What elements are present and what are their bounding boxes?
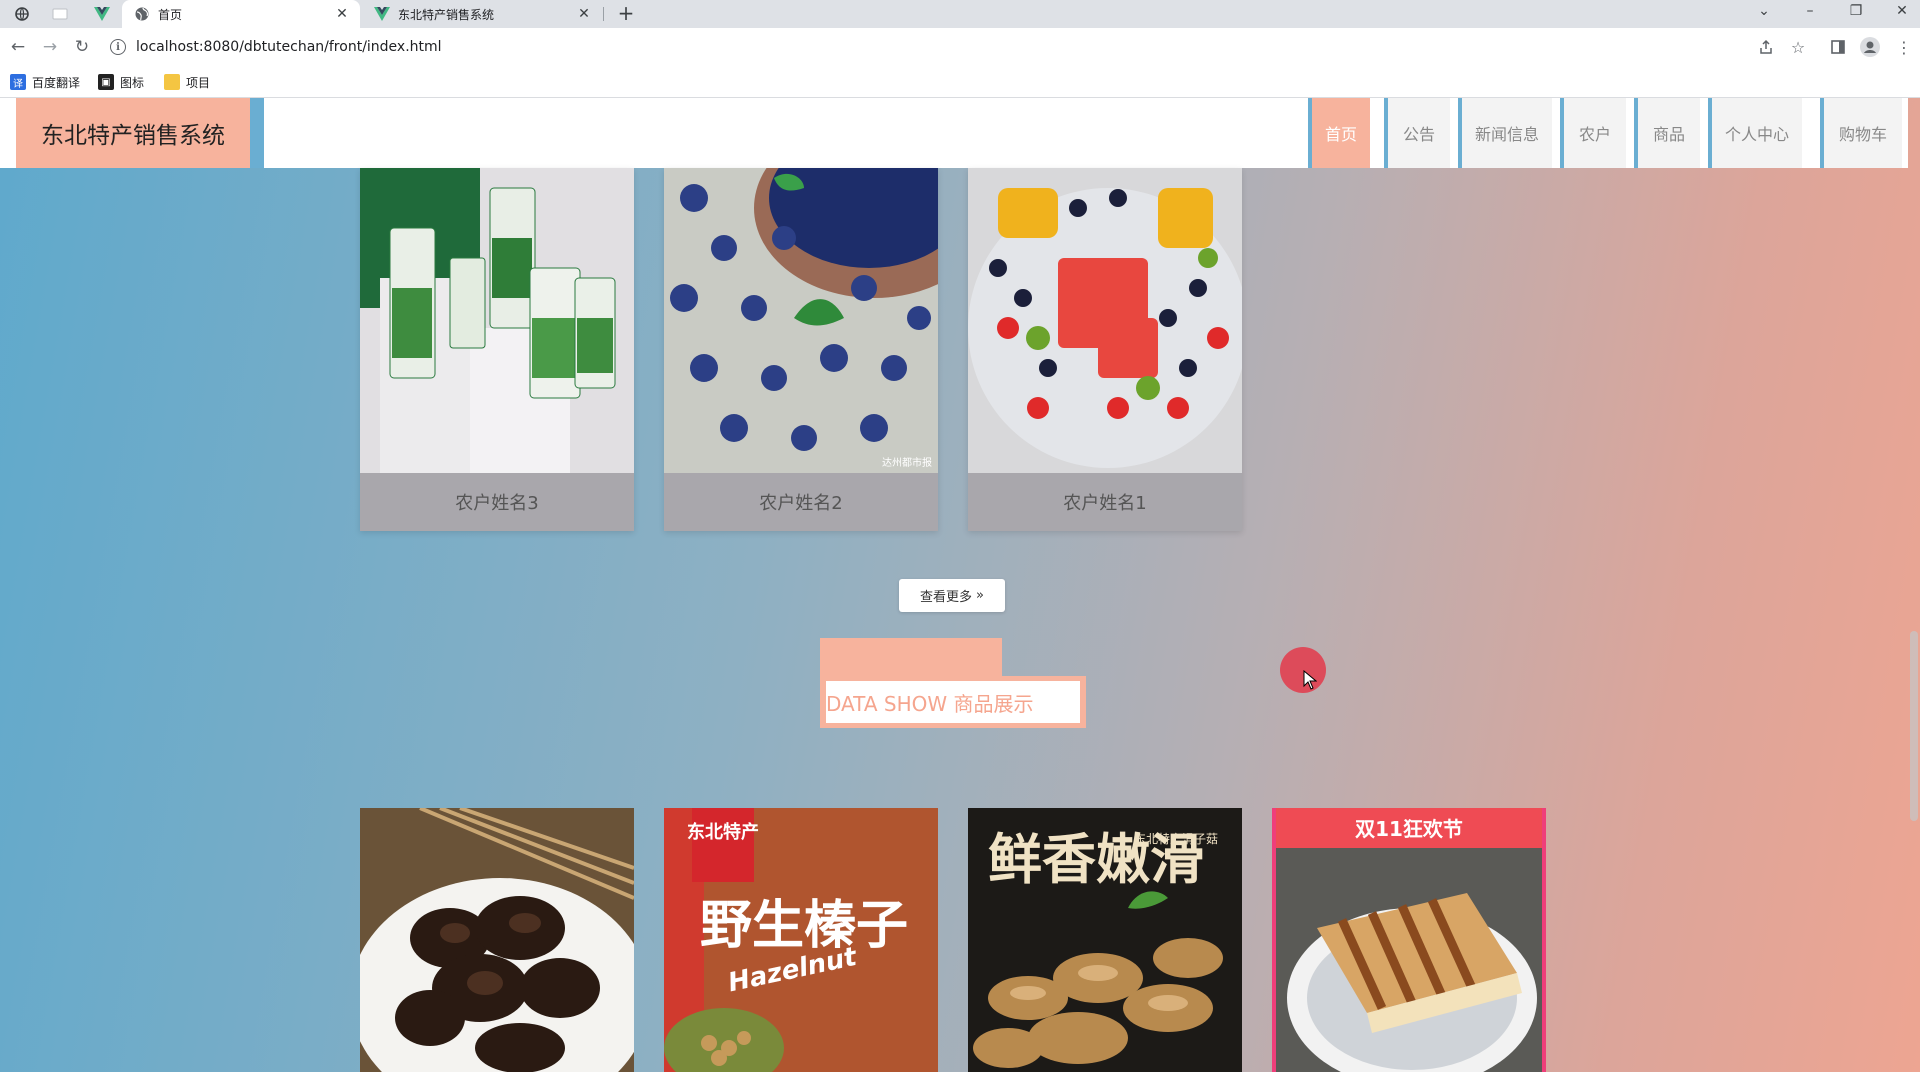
scrollbar-thumb[interactable] <box>1910 631 1918 821</box>
site-info-icon[interactable]: i <box>110 39 126 55</box>
reload-icon[interactable]: ↻ <box>70 35 94 59</box>
product-note: 东北特产滑子菇 <box>1134 831 1218 846</box>
bookmark-icons[interactable]: ▣ 图标 <box>98 72 144 92</box>
close-tab-icon[interactable]: ✕ <box>576 6 592 22</box>
address-bar-row: ← → ↻ i localhost:8080/dbtutechan/front/… <box>0 28 1920 66</box>
nav-home[interactable]: 首页 <box>1308 98 1370 168</box>
baidu-translate-icon: 译 <box>10 74 26 90</box>
farmer-photo-fruit-platter <box>968 168 1242 473</box>
bookmark-label: 图标 <box>120 75 145 90</box>
tab-blank-icon[interactable] <box>46 3 74 25</box>
tab-title: 首页 <box>158 7 183 22</box>
site-logo-title[interactable]: 东北特产销售系统 <box>16 98 250 168</box>
farmer-name: 农户姓名2 <box>664 473 938 531</box>
product-headline: 野生榛子 <box>700 896 908 956</box>
product-card-black-fungus[interactable] <box>360 808 634 1072</box>
new-tab-button[interactable]: + <box>614 2 638 26</box>
tab-search-icon[interactable] <box>8 3 36 25</box>
farmer-card[interactable]: 达州都市报 农户姓名2 <box>664 168 938 531</box>
bookmark-folder-projects[interactable]: 项目 <box>164 72 210 92</box>
back-icon[interactable]: ← <box>6 35 30 59</box>
farmer-photo-green-tea <box>360 168 634 473</box>
nav-cart[interactable]: 购物车 <box>1820 98 1902 168</box>
close-tab-icon[interactable]: ✕ <box>334 6 350 22</box>
farmer-card[interactable]: 农户姓名1 <box>968 168 1242 531</box>
tab-title: 东北特产销售系统 <box>398 7 495 22</box>
minimize-button[interactable]: – <box>1788 0 1832 24</box>
nav-products[interactable]: 商品 <box>1634 98 1700 168</box>
view-more-button[interactable]: 查看更多 » <box>899 579 1005 612</box>
url-text[interactable]: localhost:8080/dbtutechan/front/index.ht… <box>136 39 442 55</box>
photo-watermark: 达州都市报 <box>882 456 932 469</box>
nav-announcements[interactable]: 公告 <box>1384 98 1450 168</box>
logo-accent-stripe <box>250 98 264 168</box>
restore-button[interactable]: ❐ <box>1834 0 1878 24</box>
tab-search-dropdown-icon[interactable]: ⌄ <box>1742 0 1786 24</box>
tab-separator <box>603 7 604 21</box>
page-viewport: 东北特产销售系统 首页 公告 新闻信息 农户 商品 个人中心 购物车 农户姓名3… <box>0 98 1920 1072</box>
nav-user-center[interactable]: 个人中心 <box>1708 98 1802 168</box>
url-omnibox[interactable]: i localhost:8080/dbtutechan/front/index.… <box>110 33 1750 61</box>
nav-farmers[interactable]: 农户 <box>1560 98 1626 168</box>
promo-banner: 双11狂欢节 <box>1355 817 1463 841</box>
bookmarks-bar: 译 百度翻译 ▣ 图标 项目 <box>0 66 1920 98</box>
vue-icon <box>374 6 390 22</box>
site-header: 东北特产销售系统 首页 公告 新闻信息 农户 商品 个人中心 购物车 <box>0 98 1908 168</box>
share-icon[interactable] <box>1754 35 1778 59</box>
product-card-wild-hazelnut[interactable]: 东北特产 野生榛子 Hazelnut <box>664 808 938 1072</box>
double-chevron-right-icon: » <box>976 588 984 603</box>
page-scrollbar[interactable] <box>1908 168 1920 1072</box>
folder-icon <box>164 74 180 90</box>
farmer-photo-blueberries: 达州都市报 <box>664 168 938 473</box>
section-title: DATA SHOW 商品展示 <box>826 681 1080 723</box>
section-title-decoration <box>820 638 1002 678</box>
nav-news[interactable]: 新闻信息 <box>1458 98 1552 168</box>
close-window-button[interactable]: ✕ <box>1880 0 1920 24</box>
product-card-roasted-tofu-skin[interactable]: 双11狂欢节 <box>1272 808 1546 1072</box>
tab-vue-icon[interactable] <box>88 3 116 25</box>
bookmark-star-icon[interactable]: ☆ <box>1786 35 1810 59</box>
profile-avatar-icon[interactable] <box>1858 35 1882 59</box>
bookmark-label: 百度翻译 <box>32 75 81 90</box>
globe-icon <box>134 6 150 22</box>
farmer-card[interactable]: 农户姓名3 <box>360 168 634 531</box>
farmer-name: 农户姓名3 <box>360 473 634 531</box>
tab-site[interactable]: 东北特产销售系统 ✕ <box>362 0 602 28</box>
image-icon: ▣ <box>98 74 114 90</box>
forward-icon[interactable]: → <box>38 35 62 59</box>
bookmark-baidu-translate[interactable]: 译 百度翻译 <box>10 72 80 92</box>
view-more-label: 查看更多 <box>920 590 973 605</box>
bookmark-label: 项目 <box>186 75 211 90</box>
farmer-name: 农户姓名1 <box>968 473 1242 531</box>
side-panel-icon[interactable] <box>1826 35 1850 59</box>
menu-kebab-icon[interactable]: ⋮ <box>1892 35 1916 59</box>
product-card-slippery-mushroom[interactable]: 鲜香嫩滑 东北特产滑子菇 <box>968 808 1242 1072</box>
tab-home[interactable]: 首页 ✕ <box>122 0 360 28</box>
mouse-pointer-icon <box>1303 670 1317 690</box>
browser-tab-strip: 首页 ✕ 东北特产销售系统 ✕ + ⌄ – ❐ ✕ <box>0 0 1920 28</box>
product-badge-text: 东北特产 <box>687 821 759 843</box>
